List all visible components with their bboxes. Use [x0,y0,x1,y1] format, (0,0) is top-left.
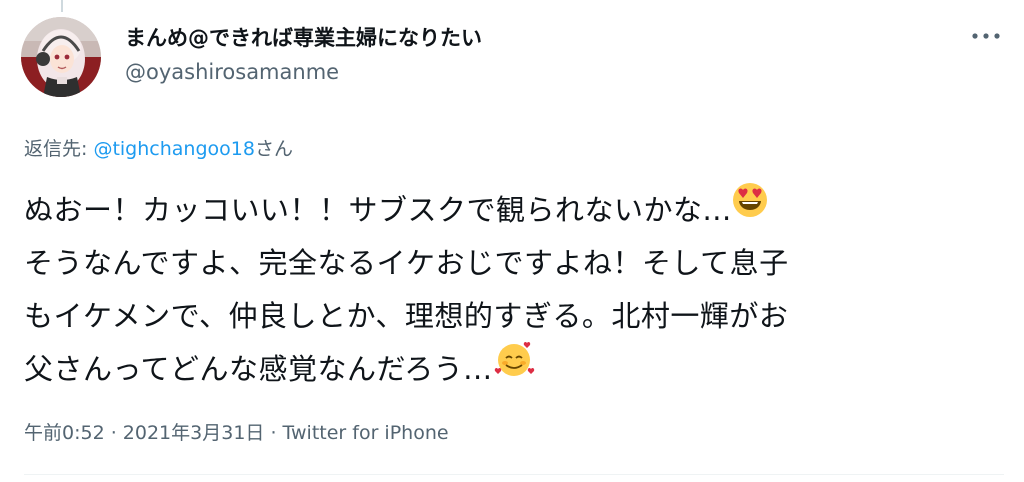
meta-separator: · [264,422,283,444]
more-options-button[interactable] [968,24,1004,48]
reply-suffix: さん [254,138,293,160]
author-display-name[interactable]: まんめ@できれば専業主婦になりたい [125,22,482,52]
heart-eyes-emoji-icon [732,182,768,235]
tweet-text: ぬおー！カッコいい！！サブスクで観られないかな... そうなんですよ、完全なるイ… [24,182,1004,396]
tweet-metadata: 午前0:52 · 2021年3月31日 · Twitter for iPhone [24,418,449,445]
author-username[interactable]: @oyashirosamanme [125,60,339,84]
tweet-time-link[interactable]: 午前0:52 [24,422,105,444]
tweet-line-2: そうなんですよ、完全なるイケおじですよね！そして息子 [24,246,789,280]
divider [24,474,1004,475]
tweet-line-3: もイケメンで、仲良しとか、理想的すぎる。北村一輝がお [24,299,789,333]
avatar[interactable] [21,17,101,97]
tweet-line-4-text: 父さんってどんな感覚なんだろう... [24,352,493,386]
reply-context: 返信先: @tighchangoo18さん [24,134,293,161]
tweet-line-4: 父さんってどんな感覚なんだろう... [24,341,1004,396]
tweet-line-1: ぬおー！カッコいい！！サブスクで観られないかな... [24,182,1004,237]
more-dots-icon [972,33,1000,39]
tweet-line-1-text: ぬおー！カッコいい！！サブスクで観られないかな... [24,193,732,227]
meta-separator: · [104,422,123,444]
smiling-face-with-hearts-emoji-icon [492,339,536,396]
reply-mention-link[interactable]: @tighchangoo18 [93,138,255,160]
reply-prefix: 返信先: [24,138,94,160]
avatar-image [21,17,101,97]
tweet-date-link[interactable]: 2021年3月31日 [123,422,265,444]
thread-connector-line [61,0,63,12]
tweet-source-link[interactable]: Twitter for iPhone [283,422,449,444]
